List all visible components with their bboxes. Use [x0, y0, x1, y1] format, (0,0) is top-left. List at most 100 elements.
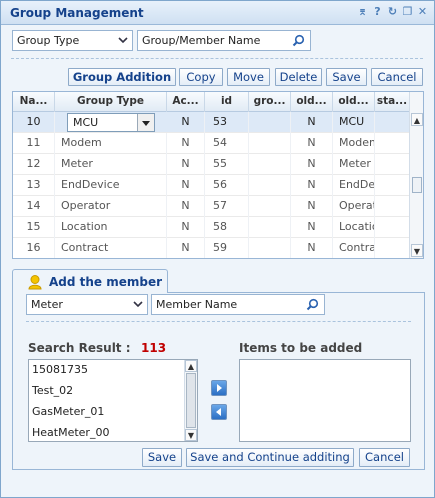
id-cell: 58	[205, 217, 249, 238]
close-icon[interactable]: ✕	[417, 6, 428, 18]
column-header[interactable]: sta...	[375, 92, 410, 112]
group-type-value: Group Type	[17, 34, 80, 47]
group-cell	[249, 133, 291, 154]
row-no: 12	[13, 154, 55, 175]
cancel-button[interactable]: Cancel	[371, 68, 423, 86]
status-cell	[375, 112, 410, 133]
divider	[11, 58, 423, 59]
grid-scrollbar[interactable]: ▲ ▼	[409, 92, 423, 258]
member-name-search-input[interactable]: Member Name	[151, 294, 325, 315]
group-cell	[249, 196, 291, 217]
add-member-tab-label: Add the member	[49, 275, 163, 289]
group-member-search-input[interactable]: Group/Member Name	[137, 30, 311, 51]
delete-button[interactable]: Delete	[275, 68, 322, 86]
scroll-thumb[interactable]	[186, 373, 196, 428]
divider	[26, 321, 411, 322]
save-button[interactable]: Save	[326, 68, 367, 86]
copy-button[interactable]: Copy	[179, 68, 223, 86]
group-type-cell-editor[interactable]: MCU	[55, 112, 167, 133]
group-cell	[249, 217, 291, 238]
restore-icon[interactable]: ❐	[402, 6, 413, 18]
status-cell	[375, 238, 410, 258]
search-result-list[interactable]: 15081735 Test_02 GasMeter_01 HeatMeter_0…	[28, 359, 198, 442]
items-to-be-added-label: Items to be added	[239, 341, 363, 355]
member-save-button[interactable]: Save	[142, 448, 182, 467]
list-item[interactable]: HeatMeter_00	[32, 423, 109, 441]
member-type-select[interactable]: Meter	[26, 294, 148, 315]
group-type-cell: Contract	[55, 238, 167, 258]
move-right-button[interactable]	[211, 380, 227, 396]
old-type-cell: Operator	[333, 196, 375, 217]
old-flag-cell: N	[291, 238, 333, 258]
member-cancel-button[interactable]: Cancel	[359, 448, 410, 467]
table-row[interactable]: 12 Meter N 55 N Meter	[13, 154, 410, 175]
refresh-icon[interactable]: ↻	[387, 6, 398, 18]
move-left-button[interactable]	[211, 404, 227, 420]
dropdown-button[interactable]	[137, 114, 154, 131]
member-type-value: Meter	[31, 298, 63, 311]
id-cell: 54	[205, 133, 249, 154]
items-to-be-added-list[interactable]	[239, 359, 411, 442]
row-no: 14	[13, 196, 55, 217]
search-icon[interactable]	[306, 298, 319, 311]
column-header[interactable]: old...	[291, 92, 333, 112]
column-header[interactable]: Na...	[13, 92, 55, 112]
active-cell: N	[167, 196, 205, 217]
old-flag-cell: N	[291, 133, 333, 154]
old-flag-cell: N	[291, 112, 333, 133]
group-management-window: Group Management ⌆ ? ↻ ❐ ✕ Group Type Gr…	[0, 0, 435, 498]
old-type-cell: MCU	[333, 112, 375, 133]
table-row[interactable]: 11 Modem N 54 N Modem	[13, 133, 410, 154]
old-type-cell: Meter	[333, 154, 375, 175]
search-icon[interactable]	[292, 34, 305, 47]
search-result-label: Search Result :	[28, 341, 131, 355]
save-continue-button[interactable]: Save and Continue additing	[186, 448, 354, 467]
group-addition-button[interactable]: Group Addition	[68, 68, 176, 86]
column-header[interactable]: id	[205, 92, 249, 112]
column-header[interactable]: Ac...	[167, 92, 205, 112]
group-type-select[interactable]: Group Type	[12, 30, 133, 51]
old-flag-cell: N	[291, 175, 333, 196]
scroll-up-icon[interactable]: ▲	[185, 360, 197, 372]
add-member-tab[interactable]: Add the member	[12, 269, 168, 293]
scroll-thumb[interactable]	[412, 177, 422, 193]
grid-header: Na... Group Type Ac... id gro... old... …	[13, 92, 410, 112]
table-row[interactable]: 16 Contract N 59 N Contract	[13, 238, 410, 258]
table-row[interactable]: 14 Operator N 57 N Operator	[13, 196, 410, 217]
column-header[interactable]: Group Type	[55, 92, 167, 112]
status-cell	[375, 196, 410, 217]
status-cell	[375, 217, 410, 238]
scroll-down-icon[interactable]: ▼	[185, 429, 197, 441]
pin-icon[interactable]: ⌆	[357, 6, 368, 18]
table-row[interactable]: 15 Location N 58 N Location	[13, 217, 410, 238]
row-no: 15	[13, 217, 55, 238]
column-header[interactable]: old...	[333, 92, 375, 112]
table-row[interactable]: 13 EndDevice N 56 N EndDevice	[13, 175, 410, 196]
group-member-name-placeholder: Group/Member Name	[142, 34, 261, 47]
group-type-dropdown[interactable]: MCU	[67, 113, 155, 132]
active-cell: N	[167, 112, 205, 133]
list-scrollbar[interactable]: ▲ ▼	[184, 360, 197, 441]
move-button[interactable]: Move	[227, 68, 270, 86]
status-cell	[375, 154, 410, 175]
list-item[interactable]: 15081735	[32, 360, 88, 381]
search-result-count: 113	[141, 341, 167, 355]
arrow-right-icon	[217, 384, 222, 392]
member-name-placeholder: Member Name	[156, 298, 238, 311]
old-flag-cell: N	[291, 154, 333, 175]
title-tools: ⌆ ? ↻ ❐ ✕	[357, 6, 428, 18]
list-item[interactable]: Test_02	[32, 381, 73, 402]
old-type-cell: EndDevice	[333, 175, 375, 196]
column-header[interactable]: gro...	[249, 92, 291, 112]
help-icon[interactable]: ?	[372, 6, 383, 18]
group-cell	[249, 154, 291, 175]
window-title: Group Management	[10, 6, 144, 20]
chevron-down-icon	[118, 37, 128, 44]
group-type-dropdown-value: MCU	[73, 116, 99, 129]
table-row-selected[interactable]: 10 MCU N 53 N MCU	[13, 112, 410, 133]
id-cell: 53	[205, 112, 249, 133]
scroll-down-icon[interactable]: ▼	[411, 244, 423, 257]
group-cell	[249, 175, 291, 196]
scroll-up-icon[interactable]: ▲	[411, 113, 423, 126]
list-item[interactable]: GasMeter_01	[32, 402, 104, 423]
